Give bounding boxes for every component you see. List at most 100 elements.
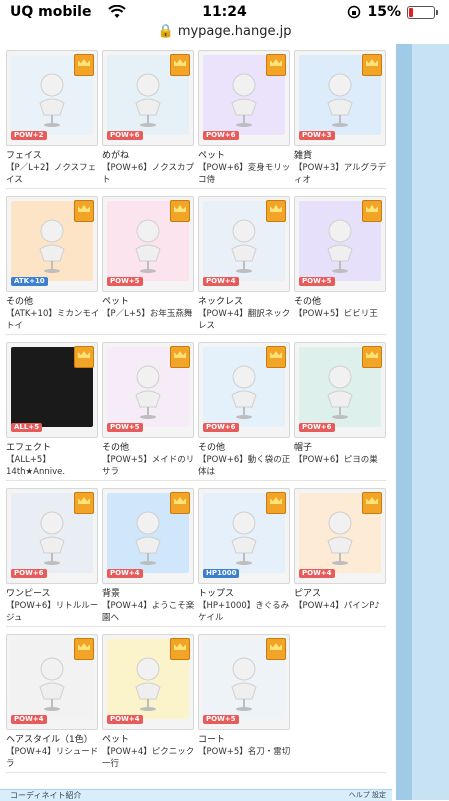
item-category: コート — [198, 735, 226, 745]
coordinate-intro-bar[interactable]: コーディネイト紹介 ヘルプ 設定 — [0, 789, 392, 801]
item-category: その他 — [102, 443, 130, 453]
mannequin-icon — [32, 653, 72, 717]
item-thumbnail[interactable]: POW+6 — [102, 50, 194, 146]
item-description: 【P／L+2】ノクスフェイス — [6, 163, 97, 185]
item-category: 背景 — [102, 589, 121, 599]
crown-icon — [266, 346, 286, 368]
stat-badge: ALL+5 — [11, 423, 43, 432]
item-description: 【POW+5】ビビリ王 — [294, 309, 378, 319]
stat-badge: POW+4 — [107, 715, 143, 724]
mannequin-icon — [224, 69, 264, 133]
mannequin-icon — [224, 361, 264, 425]
item-description: 【P／L+5】お年玉燕舞 — [102, 309, 193, 319]
item-description: 【ALL+5】14th★Annive. — [6, 455, 66, 477]
item-thumbnail[interactable]: POW+4 — [102, 488, 194, 584]
item-category: めがね — [102, 151, 130, 161]
item-thumbnail[interactable]: POW+5 — [198, 634, 290, 730]
item-description: 【POW+4】リシュードラ — [6, 747, 99, 769]
item-description: 【POW+4】パインP♪ — [294, 601, 380, 611]
crown-icon — [362, 54, 382, 76]
stat-badge: POW+5 — [203, 715, 239, 724]
item-thumbnail[interactable]: ATK+10 — [6, 196, 98, 292]
mannequin-icon — [32, 215, 72, 279]
row-divider — [6, 480, 386, 481]
item-category: ペット — [102, 735, 130, 745]
item-thumbnail[interactable]: POW+5 — [294, 196, 386, 292]
item-description: 【POW+5】名刀・雷切 — [198, 747, 291, 757]
item-thumbnail[interactable]: HP1000 — [198, 488, 290, 584]
stat-badge: POW+5 — [107, 277, 143, 286]
item-thumbnail[interactable]: POW+4 — [102, 634, 194, 730]
mannequin-icon — [128, 361, 168, 425]
orientation-lock-icon — [348, 5, 361, 19]
item-category: フェイス — [6, 151, 42, 161]
stat-badge: POW+5 — [299, 277, 335, 286]
item-description: 【POW+6】ノクスカプト — [102, 163, 194, 185]
item-thumbnail[interactable]: POW+4 — [294, 488, 386, 584]
stat-badge: POW+5 — [107, 423, 143, 432]
settings-button[interactable]: 設定 — [372, 791, 386, 799]
stat-badge: POW+4 — [107, 569, 143, 578]
item-category: ピアス — [294, 589, 322, 599]
battery-percent: 15% — [367, 4, 401, 20]
item-category: その他 — [198, 443, 226, 453]
address-bar[interactable]: 🔒 mypage.hange.jp — [0, 24, 449, 44]
item-category: ワンピース — [6, 589, 51, 599]
item-thumbnail[interactable]: POW+6 — [198, 50, 290, 146]
stat-badge: POW+6 — [107, 131, 143, 140]
mannequin-icon — [32, 69, 72, 133]
item-description: 【POW+3】アルグラディオ — [294, 163, 387, 185]
stat-badge: POW+4 — [203, 277, 239, 286]
item-thumbnail[interactable]: POW+2 — [6, 50, 98, 146]
item-description: 【ATK+10】ミカンモイトイ — [6, 309, 100, 331]
item-thumbnail[interactable]: POW+4 — [198, 196, 290, 292]
stat-badge: POW+6 — [11, 569, 47, 578]
mannequin-icon — [224, 653, 264, 717]
row-divider — [6, 626, 386, 627]
item-category: ペット — [102, 297, 130, 307]
mannequin-icon — [320, 361, 360, 425]
mannequin-icon — [224, 215, 264, 279]
item-category: 雑貨 — [294, 151, 313, 161]
item-description: 【POW+6】変身モリッコ侍 — [198, 163, 291, 185]
status-bar: UQ mobile 11:24 15% — [0, 0, 449, 24]
mannequin-icon — [320, 215, 360, 279]
mannequin-icon — [320, 69, 360, 133]
item-thumbnail[interactable]: POW+6 — [6, 488, 98, 584]
item-thumbnail[interactable]: POW+5 — [102, 196, 194, 292]
crown-icon — [170, 346, 190, 368]
crown-icon — [266, 638, 286, 660]
side-panel — [396, 44, 449, 800]
battery-icon — [407, 5, 438, 19]
mannequin-icon — [320, 507, 360, 571]
stat-badge: POW+4 — [11, 715, 47, 724]
item-thumbnail[interactable]: POW+6 — [198, 342, 290, 438]
item-category: ペット — [198, 151, 226, 161]
crown-icon — [74, 54, 94, 76]
item-thumbnail[interactable]: POW+4 — [6, 634, 98, 730]
crown-icon — [170, 200, 190, 222]
crown-icon — [74, 492, 94, 514]
item-category: トップス — [198, 589, 235, 599]
crown-icon — [74, 346, 94, 368]
item-description: 【HP+1000】きぐるみケイル — [198, 601, 290, 623]
item-thumbnail[interactable]: POW+5 — [102, 342, 194, 438]
help-link[interactable]: ヘルプ — [349, 791, 370, 799]
item-thumbnail[interactable]: POW+6 — [294, 342, 386, 438]
url-text: mypage.hange.jp — [177, 24, 292, 39]
row-divider — [6, 188, 386, 189]
mannequin-icon — [128, 653, 168, 717]
item-thumbnail[interactable]: ALL+5 — [6, 342, 98, 438]
item-category: その他 — [294, 297, 322, 307]
crown-icon — [266, 54, 286, 76]
stat-badge: POW+3 — [299, 131, 335, 140]
crown-icon — [74, 638, 94, 660]
crown-icon — [362, 200, 382, 222]
stat-badge: POW+6 — [203, 131, 239, 140]
item-description: 【POW+6】動く袋の正体は — [198, 455, 291, 477]
item-description: 【POW+5】メイドのリサラ — [102, 455, 195, 477]
crown-icon — [170, 638, 190, 660]
stat-badge: POW+6 — [203, 423, 239, 432]
crown-icon — [170, 54, 190, 76]
item-thumbnail[interactable]: POW+3 — [294, 50, 386, 146]
